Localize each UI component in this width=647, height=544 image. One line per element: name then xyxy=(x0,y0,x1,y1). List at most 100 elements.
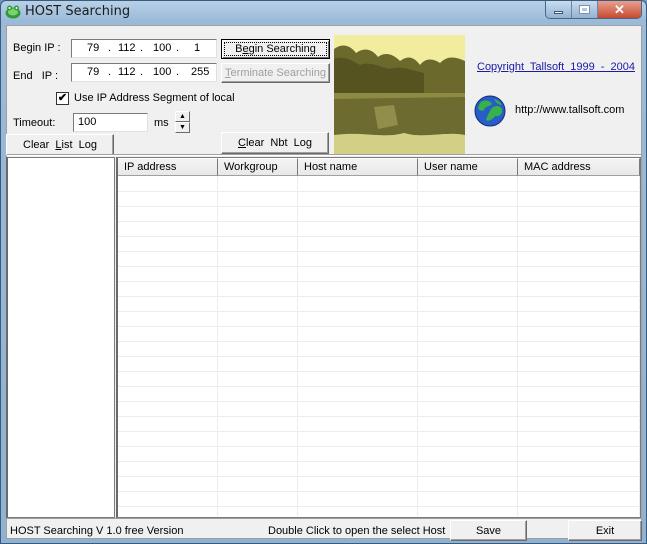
spin-down-button[interactable]: ▼ xyxy=(175,122,190,133)
end-ip-octet-3[interactable]: 100 xyxy=(153,66,171,78)
checkmark-icon: ✔ xyxy=(57,92,68,104)
save-button[interactable]: Save xyxy=(450,520,527,541)
accelerator-key: C xyxy=(238,137,246,149)
exit-button[interactable]: Exit xyxy=(568,520,642,541)
end-ip-octet-4[interactable]: 255 xyxy=(191,66,209,78)
grid-row-line xyxy=(118,266,640,267)
begin-ip-field[interactable]: 79 . 112 . 100 . 1 xyxy=(71,39,217,58)
grid-column-line xyxy=(417,176,418,516)
column-header-user-name[interactable]: User name xyxy=(418,158,518,176)
maximize-button[interactable] xyxy=(572,1,598,18)
grid-row-line xyxy=(118,281,640,282)
label-part: lear Nbt Log xyxy=(245,137,312,149)
client-area: Begin IP : 79 . 112 . 100 . 1 Begin Sear… xyxy=(6,25,642,541)
grid-row-line xyxy=(118,506,640,507)
grid-row-line xyxy=(118,431,640,432)
ip-dot: . xyxy=(108,42,112,54)
terminate-searching-button[interactable]: Terminate Searching xyxy=(221,63,330,83)
label-part: erminate Searching xyxy=(230,67,326,79)
ip-dot: . xyxy=(140,66,144,78)
end-ip-label: End IP : xyxy=(13,70,59,82)
arrow-up-icon: ▲ xyxy=(179,113,186,120)
globe-icon xyxy=(474,95,506,127)
host-tree-list[interactable] xyxy=(6,157,115,518)
host-list-view[interactable]: IP address Workgroup Host name User name… xyxy=(116,157,641,518)
column-header-mac-address[interactable]: MAC address xyxy=(518,158,640,176)
column-header-ip-address[interactable]: IP address xyxy=(118,158,218,176)
grid-row-line xyxy=(118,371,640,372)
list-header: IP address Workgroup Host name User name… xyxy=(118,158,640,176)
timeout-label: Timeout: xyxy=(13,117,56,129)
status-bar: HOST Searching V 1.0 free Version Double… xyxy=(7,518,642,541)
grid-row-line xyxy=(118,401,640,402)
grid-row-line xyxy=(118,461,640,462)
ip-dot: . xyxy=(176,42,180,54)
app-window: HOST Searching ✕ Begin IP : 79 . 112 . 1… xyxy=(0,0,647,544)
begin-ip-octet-3[interactable]: 100 xyxy=(153,42,171,54)
end-ip-octet-2[interactable]: 112 xyxy=(118,66,136,78)
use-local-segment-checkbox[interactable]: ✔ xyxy=(56,92,69,105)
grid-row-line xyxy=(118,416,640,417)
begin-ip-label: Begin IP : xyxy=(13,42,61,54)
grid-row-line xyxy=(118,386,640,387)
grid-row-line xyxy=(118,236,640,237)
grid-row-line xyxy=(118,191,640,192)
website-text: http://www.tallsoft.com xyxy=(515,104,625,116)
label-part: gin Searching xyxy=(248,43,316,55)
use-local-segment-label[interactable]: Use IP Address Segment of local xyxy=(74,92,235,104)
minimize-button[interactable] xyxy=(546,1,572,18)
grid-row-line xyxy=(118,326,640,327)
spin-up-button[interactable]: ▲ xyxy=(175,111,190,122)
grid-column-line xyxy=(217,176,218,516)
caption-buttons: ✕ xyxy=(545,1,642,19)
terminate-searching-label: Terminate Searching xyxy=(225,67,326,79)
begin-searching-button[interactable]: Begin Searching xyxy=(221,39,330,59)
copyright-link[interactable]: Copyright Tallsoft 1999 - 2004 xyxy=(477,61,635,73)
grid-row-line xyxy=(118,296,640,297)
grid-row-line xyxy=(118,341,640,342)
ip-dot: . xyxy=(176,66,180,78)
close-button[interactable]: ✕ xyxy=(598,1,641,18)
grid-row-line xyxy=(118,251,640,252)
divider xyxy=(7,154,641,156)
frog-icon xyxy=(5,5,21,19)
grid-row-line xyxy=(118,356,640,357)
minimize-icon xyxy=(554,10,563,14)
hint-text: Double Click to open the select Host xyxy=(268,525,446,537)
timeout-unit: ms xyxy=(154,117,169,129)
clear-nbt-log-button[interactable]: Clear Nbt Log xyxy=(221,132,329,154)
title-bar[interactable]: HOST Searching ✕ xyxy=(1,1,646,23)
grid-column-line xyxy=(297,176,298,516)
begin-ip-octet-2[interactable]: 112 xyxy=(118,42,136,54)
grid-column-line xyxy=(639,176,640,516)
grid-row-line xyxy=(118,446,640,447)
clear-nbt-log-label: Clear Nbt Log xyxy=(238,137,312,149)
ip-dot: . xyxy=(140,42,144,54)
end-ip-field[interactable]: 79 . 112 . 100 . 255 xyxy=(71,63,217,82)
column-header-workgroup[interactable]: Workgroup xyxy=(218,158,298,176)
end-ip-octet-1[interactable]: 79 xyxy=(87,66,99,78)
timeout-spinner[interactable]: ▲ ▼ xyxy=(175,111,190,133)
grid-row-line xyxy=(118,221,640,222)
window-title: HOST Searching xyxy=(25,4,131,19)
version-text: HOST Searching V 1.0 free Version xyxy=(10,525,184,537)
timeout-input[interactable]: 100 xyxy=(73,113,148,132)
column-header-host-name[interactable]: Host name xyxy=(298,158,418,176)
grid-row-line xyxy=(118,491,640,492)
begin-ip-octet-4[interactable]: 1 xyxy=(194,42,200,54)
close-icon: ✕ xyxy=(614,1,625,17)
list-body xyxy=(118,176,640,516)
label-part: ist Log xyxy=(61,139,97,151)
arrow-down-icon: ▼ xyxy=(179,124,186,131)
grid-row-line xyxy=(118,476,640,477)
begin-ip-octet-1[interactable]: 79 xyxy=(87,42,99,54)
clear-list-log-label: Clear List Log xyxy=(23,139,97,151)
landscape-picture xyxy=(334,35,465,156)
clear-list-log-button[interactable]: Clear List Log xyxy=(6,134,114,156)
maximize-icon xyxy=(579,5,590,14)
ip-dot: . xyxy=(108,66,112,78)
label-part: Clear xyxy=(23,139,56,151)
grid-row-line xyxy=(118,311,640,312)
grid-column-line xyxy=(517,176,518,516)
grid-row-line xyxy=(118,206,640,207)
